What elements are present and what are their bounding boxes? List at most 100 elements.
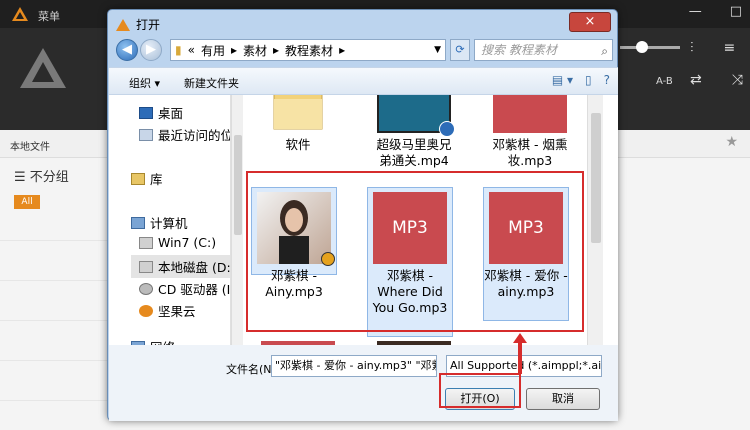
dialog-title: 打开 (136, 18, 161, 32)
nav-item-nutstore[interactable]: 坚果云 (139, 301, 196, 320)
breadcrumb-sucai[interactable]: 素材 (243, 42, 267, 59)
file-item-folder[interactable]: 软件 (255, 95, 341, 153)
divider (0, 240, 110, 241)
dropdown-arrow-icon[interactable]: ▼ (434, 45, 441, 55)
minimize-icon[interactable]: — (689, 4, 702, 19)
player-menu[interactable]: 菜单 (38, 8, 60, 24)
nav-item-label: 桌面 (158, 106, 184, 121)
forward-arrow-icon[interactable]: ▶ (140, 39, 162, 61)
volume-slider[interactable] (620, 46, 680, 49)
drive-icon (139, 260, 153, 273)
aimp-logo-icon (12, 7, 28, 21)
nav-item-library[interactable]: 库 (131, 169, 163, 188)
address-bar-row: ◀ ▶ ▮ « 有用 ▸ 素材 ▸ 教程素材 ▸ ▼ ⟳ 搜索 教程素材 ⌕ (114, 37, 613, 65)
aimp-large-logo-icon (20, 48, 66, 88)
scrollbar-thumb[interactable] (234, 135, 242, 235)
view-mode-icon[interactable]: ▤ ▾ (552, 73, 573, 87)
nav-item-desktop[interactable]: 桌面 (139, 103, 183, 122)
player-repeat-controls: ⇄ ⤨ (690, 72, 743, 88)
divider (0, 280, 110, 281)
library-icon (131, 172, 145, 185)
playlist-icon[interactable]: ≡ (724, 40, 736, 56)
group-menu-icon: ☰ (14, 170, 30, 185)
nav-item-label: 坚果云 (158, 304, 196, 319)
nav-item-network[interactable]: 网络 (131, 337, 175, 345)
nav-item-label: 计算机 (150, 216, 188, 231)
scrollbar-thumb[interactable] (591, 113, 601, 243)
group-label-text: 不分组 (29, 170, 69, 185)
annotation-arrow (518, 340, 522, 374)
video-thumbnail-icon (377, 95, 455, 137)
ab-repeat-button[interactable]: A-B (656, 76, 673, 87)
nav-item-label: Win7 (C:) (158, 235, 217, 250)
organize-button[interactable]: 组织 ▾ (129, 75, 160, 91)
file-name: 软件 (285, 137, 311, 152)
repeat-icon[interactable]: ⇄ (690, 72, 702, 88)
breadcrumb-separator[interactable]: ▸ (231, 43, 237, 57)
computer-icon (131, 216, 145, 229)
close-button[interactable]: × (569, 12, 611, 32)
nav-item-label: 库 (150, 172, 163, 187)
breadcrumb-youyong[interactable]: 有用 (201, 42, 225, 59)
file-item-mp3-yanxunzhuang[interactable]: 邓紫棋 - 烟熏妆.mp3 (487, 95, 573, 169)
nav-item-drive-d[interactable]: 本地磁盘 (D: (131, 255, 230, 278)
divider (0, 360, 110, 361)
nav-item-drive-c[interactable]: Win7 (C:) (139, 235, 216, 250)
player-eq-controls: ⫶ ≡ (690, 40, 735, 56)
folder-icon: ▮ (175, 43, 182, 57)
cancel-button[interactable]: 取消 (526, 388, 600, 410)
divider (0, 320, 110, 321)
star-icon[interactable]: ★ (725, 134, 738, 150)
mp3-icon (493, 95, 567, 133)
nutstore-icon (139, 304, 153, 317)
nav-item-cd-drive[interactable]: CD 驱动器 (I (139, 279, 230, 298)
back-arrow-icon[interactable]: ◀ (116, 39, 138, 61)
recent-places-icon (139, 128, 153, 141)
filename-value: "邓紫棋 - 爱你 - ainy.mp3" "邓紫 (275, 359, 437, 372)
filename-input[interactable]: "邓紫棋 - 爱你 - ainy.mp3" "邓紫 (271, 355, 437, 377)
dialog-footer: 文件名(N): "邓紫棋 - 爱你 - ainy.mp3" "邓紫 All Su… (109, 345, 618, 421)
tab-local-files[interactable]: 本地文件 (10, 138, 50, 153)
file-name: 超级马里奥兄弟通关.mp4 (376, 137, 452, 168)
divider (0, 400, 110, 401)
dialog-titlebar: 打开 (116, 16, 160, 33)
help-icon[interactable]: ? (604, 73, 610, 87)
search-icon[interactable]: ⌕ (601, 41, 608, 61)
breadcrumb-jiaocheng[interactable]: 教程素材 (285, 42, 333, 59)
drive-icon (139, 236, 153, 249)
new-folder-button[interactable]: 新建文件夹 (184, 75, 239, 91)
maximize-icon[interactable]: □ (730, 4, 742, 19)
dialog-toolbar: 组织 ▾ 新建文件夹 ▤ ▾ ▯ ? (109, 67, 618, 95)
breadcrumb-separator[interactable]: ▸ (339, 43, 345, 57)
volume-knob[interactable] (636, 41, 648, 53)
search-input[interactable]: 搜索 教程素材 ⌕ (474, 39, 613, 61)
player-window-controls: — □ (689, 4, 742, 19)
breadcrumb-separator[interactable]: ▸ (273, 43, 279, 57)
preview-pane-icon[interactable]: ▯ (585, 73, 592, 87)
folder-icon (261, 95, 335, 133)
annotation-selection-box (246, 171, 584, 332)
search-placeholder: 搜索 教程素材 (481, 43, 557, 57)
file-list-scrollbar[interactable] (587, 95, 603, 345)
navigation-scrollbar[interactable] (231, 95, 243, 345)
file-item-video[interactable]: 超级马里奥兄弟通关.mp4 (371, 95, 457, 169)
shuffle-icon[interactable]: ⤨ (732, 72, 743, 88)
nav-item-label: 网络 (150, 337, 175, 345)
annotation-arrow-head-icon (513, 333, 527, 343)
media-badge-icon (439, 121, 455, 137)
nav-item-recent[interactable]: 最近访问的位 (139, 125, 231, 144)
navigation-pane: 桌面 最近访问的位 库 计算机 Win7 (C:) 本地磁盘 (D: CD 驱动… (109, 95, 231, 345)
refresh-icon[interactable]: ⟳ (450, 39, 470, 61)
file-name: 邓紫棋 - 烟熏妆.mp3 (492, 137, 568, 168)
nav-item-label: CD 驱动器 (I (158, 282, 231, 297)
aimp-logo-icon (116, 18, 130, 31)
equalizer-icon[interactable]: ⫶ (690, 40, 694, 56)
nav-item-label: 最近访问的位 (158, 128, 231, 143)
breadcrumb-more[interactable]: « (188, 43, 195, 57)
group-label[interactable]: ☰ 不分组 (14, 166, 69, 185)
annotation-open-button-box (439, 373, 521, 408)
view-controls: ▤ ▾ ▯ ? (552, 73, 610, 87)
all-badge[interactable]: All (14, 195, 40, 209)
breadcrumb[interactable]: ▮ « 有用 ▸ 素材 ▸ 教程素材 ▸ ▼ (170, 39, 446, 61)
nav-item-computer[interactable]: 计算机 (131, 213, 188, 232)
